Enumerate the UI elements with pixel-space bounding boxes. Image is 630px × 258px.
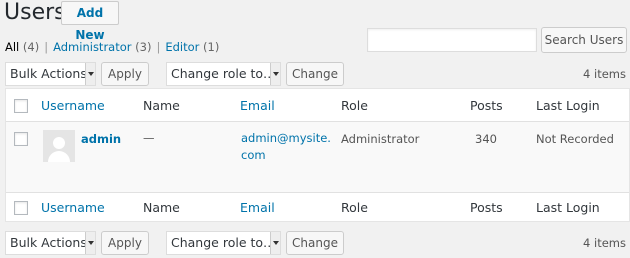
column-name-footer: Name	[143, 200, 180, 215]
filter-administrator[interactable]: Administrator (3)	[53, 40, 151, 54]
apply-button-top[interactable]: Apply	[101, 62, 149, 86]
users-table: Username Name Email Role Posts Last Logi…	[5, 88, 630, 222]
page-title: Users	[4, 0, 66, 25]
table-header-row: Username Name Email Role Posts Last Logi…	[6, 89, 629, 122]
username-link[interactable]: admin	[81, 132, 121, 146]
column-role-footer: Role	[341, 200, 368, 215]
add-new-button[interactable]: Add New	[61, 1, 119, 42]
filter-all-count: (4)	[22, 40, 40, 54]
filter-editor-count: (1)	[203, 40, 220, 54]
column-email[interactable]: Email	[240, 98, 275, 113]
avatar	[43, 130, 75, 162]
filter-separator: |	[44, 40, 49, 54]
user-role: Administrator	[341, 132, 420, 146]
avatar-head	[53, 137, 65, 149]
email-link[interactable]: admin@mysite. com	[241, 130, 331, 164]
email-line-1: admin@mysite.	[241, 131, 331, 145]
items-count-bottom: 4 items	[583, 236, 626, 250]
change-role-select-bottom[interactable]: Change role to…	[166, 231, 281, 255]
role-filter-links: All (4) | Administrator (3) | Editor (1)	[5, 40, 219, 54]
user-display-name: —	[143, 131, 155, 145]
column-posts: Posts	[470, 98, 503, 113]
table-footer-row: Username Name Email Role Posts Last Logi…	[6, 192, 629, 222]
search-input[interactable]	[367, 28, 537, 52]
column-username[interactable]: Username	[41, 98, 105, 113]
select-all-checkbox-footer[interactable]	[14, 201, 28, 215]
filter-administrator-count: (3)	[135, 40, 152, 54]
column-posts-footer: Posts	[470, 200, 503, 215]
change-role-value: Change role to…	[171, 66, 276, 81]
email-line-2: com	[241, 148, 266, 162]
filter-administrator-label: Administrator	[53, 40, 132, 54]
filter-all[interactable]: All (4)	[5, 40, 39, 54]
bulk-actions-value: Bulk Actions	[10, 235, 87, 250]
column-last-login-footer: Last Login	[536, 200, 600, 215]
row-checkbox[interactable]	[14, 132, 28, 146]
select-all-checkbox[interactable]	[14, 99, 28, 113]
user-last-login: Not Recorded	[536, 132, 614, 146]
avatar-body	[48, 151, 70, 162]
column-email-footer[interactable]: Email	[240, 200, 275, 215]
change-button-top[interactable]: Change	[286, 62, 344, 86]
chevron-down-icon	[270, 232, 280, 254]
chevron-down-icon	[85, 232, 95, 254]
search-users-button[interactable]: Search Users	[541, 27, 627, 53]
bulk-actions-select-top[interactable]: Bulk Actions	[5, 62, 96, 86]
change-role-select-top[interactable]: Change role to…	[166, 62, 281, 86]
chevron-down-icon	[270, 63, 280, 85]
user-posts-count[interactable]: 340	[475, 132, 497, 146]
table-row: admin — admin@mysite. com Administrator …	[6, 122, 629, 192]
bulk-actions-value: Bulk Actions	[10, 66, 87, 81]
apply-button-bottom[interactable]: Apply	[101, 231, 149, 255]
column-role: Role	[341, 98, 368, 113]
filter-editor[interactable]: Editor (1)	[165, 40, 219, 54]
filter-editor-label: Editor	[165, 40, 200, 54]
chevron-down-icon	[85, 63, 95, 85]
filter-all-label: All	[5, 40, 20, 54]
change-button-bottom[interactable]: Change	[286, 231, 344, 255]
change-role-value: Change role to…	[171, 235, 276, 250]
column-last-login: Last Login	[536, 98, 600, 113]
column-name: Name	[143, 98, 180, 113]
items-count-top: 4 items	[583, 67, 626, 81]
bulk-actions-select-bottom[interactable]: Bulk Actions	[5, 231, 96, 255]
column-username-footer[interactable]: Username	[41, 200, 105, 215]
filter-separator: |	[156, 40, 161, 54]
